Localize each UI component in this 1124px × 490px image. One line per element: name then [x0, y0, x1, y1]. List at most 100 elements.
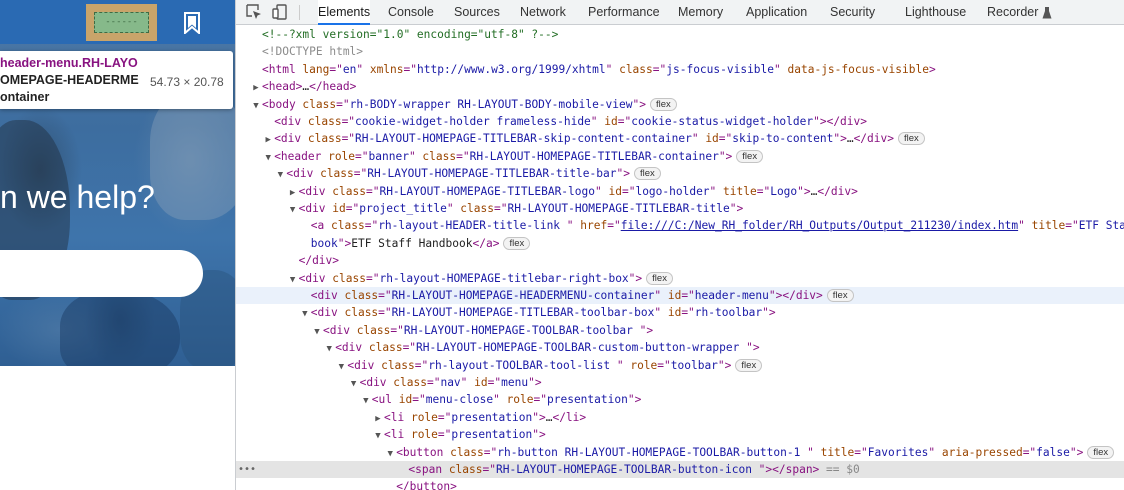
markup-token: <div: [286, 167, 321, 181]
dom-node[interactable]: ▶ <li role="presentation">…</li>: [236, 409, 1124, 426]
markup-token: role: [410, 428, 438, 442]
markup-token: <header: [274, 149, 329, 163]
devtools-tabbar: Elements Console Sources Network Perform…: [236, 0, 1124, 25]
markup-token: ">: [627, 393, 642, 407]
dom-node[interactable]: ▼ <div class="nav" id="menu">: [236, 374, 1124, 391]
dom-node-selected[interactable]: ••• <span class="RH-LAYOUT-HOMEPAGE-TOOLB…: [236, 461, 1124, 479]
markup-token: role: [506, 393, 534, 407]
dom-node[interactable]: ▼ <div class="rh-layout-TOOLBAR-tool-list…: [236, 357, 1124, 374]
search-input[interactable]: [0, 250, 203, 297]
dom-node[interactable]: book">ETF Staff Handbook</a> flex: [236, 235, 1124, 252]
flex-badge[interactable]: flex: [646, 271, 673, 285]
markup-token: ">: [833, 132, 847, 146]
markup-token: presentation: [451, 410, 533, 424]
flex-badge[interactable]: flex: [649, 97, 677, 111]
markup-token: …: [846, 132, 854, 146]
header-menu-container: ------: [94, 12, 149, 33]
dom-node[interactable]: <!DOCTYPE html>: [236, 43, 1124, 60]
node-markup: <div class="cookie-widget-holder framele…: [262, 113, 867, 130]
markup-token: =": [854, 445, 868, 459]
dom-node[interactable]: </button>: [236, 478, 1124, 490]
dom-node[interactable]: <div class="RH-LAYOUT-HOMEPAGE-HEADERMEN…: [236, 287, 1124, 305]
markup-token[interactable]: file:///C:/New_RH_folder/RH_Outputs/Outp…: [621, 219, 1018, 232]
dom-node[interactable]: ▼ <div class="rh-layout-HOMEPAGE-titlebar…: [236, 270, 1124, 287]
flex-badge[interactable]: flex: [735, 358, 763, 372]
dom-node[interactable]: <!--?xml version="1.0" encoding="utf-8" …: [236, 26, 1124, 43]
dom-node[interactable]: ▼ <body class="rh-BODY-wrapper RH-LAYOUT-…: [236, 96, 1124, 113]
dom-node[interactable]: <html lang="en" xmlns="http://www.w3.org…: [236, 61, 1124, 78]
markup-token: ">: [729, 202, 744, 215]
dom-node[interactable]: ▼ <li role="presentation">: [236, 426, 1124, 443]
dom-node[interactable]: ▶ <div class="RH-LAYOUT-HOMEPAGE-TITLEBAR…: [236, 130, 1124, 147]
markup-token: ": [408, 149, 423, 163]
markup-token: data-js-focus-visible: [787, 62, 929, 76]
toolbar-divider: [299, 5, 300, 20]
dom-node[interactable]: ▼ <div class="RH-LAYOUT-HOMEPAGE-TOOLBAR-…: [236, 322, 1124, 339]
flex-badge[interactable]: flex: [897, 132, 925, 146]
markup-token: class: [307, 115, 342, 128]
markup-token: =": [1022, 445, 1037, 459]
favorites-bookmark-icon[interactable]: [182, 12, 202, 36]
device-toolbar-icon[interactable]: [272, 4, 288, 20]
markup-token: Logo: [770, 184, 798, 198]
markup-token: id: [398, 393, 413, 407]
markup-token: =": [681, 289, 695, 302]
markup-token: </div>: [817, 184, 858, 198]
dom-node[interactable]: ▼ <div id="project_title" class="RH-LAYOU…: [236, 200, 1124, 217]
dom-node[interactable]: </div>: [236, 252, 1124, 269]
flex-badge[interactable]: flex: [826, 289, 854, 302]
markup-token: toolbar: [670, 358, 718, 372]
dom-node[interactable]: ▶ <head>…</head>: [236, 78, 1124, 95]
markup-token: <head>: [262, 80, 303, 94]
markup-token: presentation: [547, 393, 628, 407]
markup-token: =": [1065, 219, 1079, 233]
tab-recorder[interactable]: Recorder: [987, 0, 1038, 25]
dom-node[interactable]: ▼ <div class="RH-LAYOUT-HOMEPAGE-TITLEBAR…: [236, 304, 1124, 321]
dom-node[interactable]: ▼ <div class="RH-LAYOUT-HOMEPAGE-TOOLBAR-…: [236, 339, 1124, 356]
markup-token: =": [365, 271, 380, 285]
markup-token: id: [667, 289, 682, 302]
dom-node[interactable]: ▼ <button class="rh-button RH-LAYOUT-HOME…: [236, 444, 1124, 461]
dom-node[interactable]: ▶ <div class="RH-LAYOUT-HOMEPAGE-TITLEBAR…: [236, 183, 1124, 200]
tab-elements[interactable]: Elements: [318, 0, 371, 25]
tab-sources[interactable]: Sources: [454, 0, 500, 25]
node-markup: <div class="RH-LAYOUT-HOMEPAGE-HEADERMEN…: [299, 287, 854, 304]
tab-application[interactable]: Application: [746, 0, 807, 25]
markup-token: title: [723, 184, 757, 198]
dom-node[interactable]: ▼ <header role="banner" class="RH-LAYOUT-…: [236, 148, 1124, 165]
markup-token: <!DOCTYPE html>: [262, 45, 364, 59]
tab-network[interactable]: Network: [520, 0, 566, 25]
markup-token: =": [341, 132, 356, 146]
flex-badge[interactable]: flex: [1087, 445, 1115, 459]
markup-token: ": [595, 184, 609, 198]
markup-token: id: [608, 184, 622, 198]
markup-token: rh-layout-HOMEPAGE-titlebar-right-box: [379, 271, 629, 285]
tab-security[interactable]: Security: [830, 0, 875, 25]
tab-lighthouse[interactable]: Lighthouse: [905, 0, 966, 25]
node-markup: </div>: [287, 252, 339, 269]
markup-token: =": [364, 219, 379, 233]
markup-token: =": [329, 62, 343, 76]
dom-node[interactable]: <div class="cookie-widget-holder framele…: [236, 113, 1124, 130]
tab-performance[interactable]: Performance: [588, 0, 660, 25]
markup-token: <div: [310, 289, 345, 302]
markup-token: ">: [632, 97, 646, 111]
markup-token: banner: [368, 149, 409, 163]
tab-console[interactable]: Console: [388, 0, 434, 25]
dom-node[interactable]: <a class="rh-layout-HEADER-title-link " …: [236, 217, 1124, 234]
tab-memory[interactable]: Memory: [678, 0, 723, 25]
dom-node[interactable]: ▼ <div class="RH-LAYOUT-HOMEPAGE-TITLEBAR…: [236, 165, 1124, 182]
flex-badge[interactable]: flex: [736, 149, 764, 163]
dom-node[interactable]: ▼ <ul id="menu-close" role="presentation"…: [236, 391, 1124, 408]
markup-token: class: [368, 341, 403, 355]
flex-badge[interactable]: flex: [503, 236, 531, 250]
markup-token: =": [426, 376, 441, 389]
markup-token: xmlns: [369, 62, 404, 76]
inspect-element-icon[interactable]: [246, 4, 262, 20]
markup-token: "></div>: [768, 289, 823, 302]
node-actions-icon[interactable]: •••: [238, 461, 256, 478]
markup-token: class: [393, 376, 427, 389]
markup-token: <html: [262, 62, 303, 76]
flex-badge[interactable]: flex: [633, 167, 661, 181]
markup-token: ": [928, 445, 942, 459]
